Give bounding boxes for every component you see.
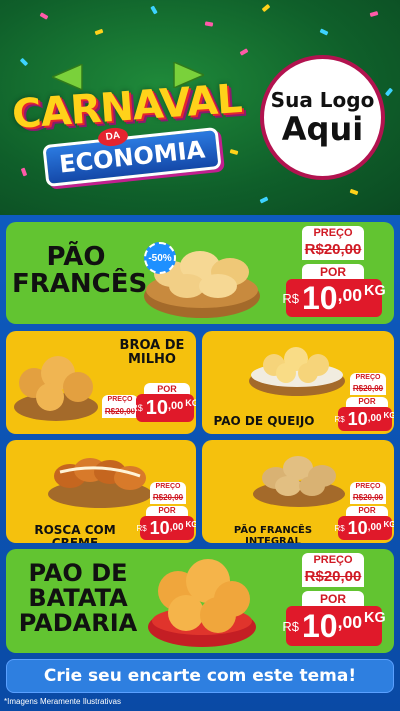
old-price: R$20,00 bbox=[150, 492, 186, 504]
price-cents: ,00 bbox=[367, 522, 382, 533]
new-price: R$ 10 ,00 KG bbox=[131, 394, 196, 422]
unit-label: KG bbox=[383, 520, 394, 529]
old-price: R$20,00 bbox=[302, 567, 364, 587]
new-price: R$ 10 ,00 KG bbox=[282, 279, 386, 317]
confetti bbox=[204, 21, 214, 27]
confetti bbox=[150, 5, 158, 15]
currency: R$ bbox=[334, 523, 345, 533]
unit-label: KG bbox=[383, 411, 394, 420]
product-name-line: PAO DE bbox=[28, 559, 128, 587]
product-name: PÃO FRANCÊS bbox=[12, 242, 148, 300]
potato-bread-bowl-icon bbox=[148, 559, 256, 647]
unit-label: KG bbox=[185, 520, 196, 529]
unit-label: KG bbox=[185, 398, 196, 408]
por-label: POR bbox=[346, 506, 388, 516]
product-name: ROSCA COM CREME bbox=[10, 524, 140, 543]
por-label: POR bbox=[302, 264, 364, 280]
confetti bbox=[349, 188, 359, 196]
currency: R$ bbox=[131, 403, 143, 413]
product-card[interactable]: PÃO FRANCÊS -50% PREÇO R$20,00 POR R$ 10… bbox=[6, 222, 394, 324]
logo-placeholder-line2: Aqui bbox=[281, 109, 364, 148]
price-cents: ,00 bbox=[167, 400, 184, 412]
preco-label: PREÇO bbox=[350, 373, 386, 383]
new-price: R$ 10 ,00 KG bbox=[136, 516, 196, 540]
confetti bbox=[369, 11, 379, 17]
confetti bbox=[259, 196, 269, 204]
carnaval-da-economia-logo: CARNAVAL ECONOMIA DA bbox=[8, 70, 248, 190]
price-integer: 10 bbox=[145, 396, 168, 419]
confetti bbox=[319, 28, 329, 36]
price-cents: ,00 bbox=[169, 522, 184, 533]
discount-badge: -50% bbox=[144, 242, 176, 274]
disclaimer-text: *Imagens Meramente Ilustrativas bbox=[4, 697, 121, 706]
product-card[interactable]: PAO DE BATATA PADARIA PREÇO R$20,00 POR … bbox=[6, 549, 394, 653]
product-name-line: PÃO bbox=[46, 242, 106, 272]
preco-label: PREÇO bbox=[150, 482, 186, 492]
header-banner: CARNAVAL ECONOMIA DA Sua Logo Aqui bbox=[0, 0, 400, 215]
preco-label: PREÇO bbox=[302, 553, 364, 567]
product-name-line: ROSCA COM CREME bbox=[34, 523, 116, 543]
product-name: BROA DE MILHO bbox=[112, 339, 192, 366]
confetti bbox=[94, 28, 104, 36]
braided-bread-icon bbox=[48, 458, 152, 508]
product-name-line: BATATA bbox=[28, 584, 128, 613]
corn-bread-basket-icon bbox=[14, 356, 98, 421]
product-name-line: MILHO bbox=[128, 351, 176, 367]
whole-wheat-rolls-icon bbox=[253, 456, 345, 507]
confetti bbox=[261, 3, 271, 13]
preco-label: PREÇO bbox=[302, 226, 364, 240]
brand-subtitle: ECONOMIA bbox=[42, 126, 223, 188]
product-name-line: PADARIA bbox=[18, 609, 138, 638]
product-card[interactable]: PAO DE QUEIJO PREÇO R$20,00 POR R$ 10 ,0… bbox=[202, 331, 394, 434]
product-name: PAO DE BATATA PADARIA bbox=[10, 559, 146, 638]
logo-placeholder[interactable]: Sua Logo Aqui bbox=[260, 55, 385, 180]
por-label: POR bbox=[302, 591, 364, 607]
old-price: R$20,00 bbox=[350, 383, 386, 395]
old-price: R$20,00 bbox=[302, 240, 364, 260]
new-price: R$ 10 ,00 KG bbox=[334, 407, 394, 431]
create-flyer-button[interactable]: Crie seu encarte com este tema! bbox=[6, 659, 394, 693]
price-integer: 10 bbox=[347, 408, 368, 429]
new-price: R$ 10 ,00 KG bbox=[334, 516, 394, 540]
currency: R$ bbox=[334, 414, 345, 424]
old-price: R$20,00 bbox=[350, 492, 386, 504]
unit-label: KG bbox=[364, 610, 386, 626]
product-name-line: PÃO FRANCÊS INTEGRAL bbox=[233, 525, 313, 543]
price-cents: ,00 bbox=[337, 285, 363, 305]
price-integer: 10 bbox=[347, 517, 368, 538]
new-price: R$ 10 ,00 KG bbox=[282, 606, 386, 646]
product-card[interactable]: PÃO FRANCÊS INTEGRAL PREÇO R$20,00 POR R… bbox=[202, 440, 394, 543]
confetti bbox=[384, 87, 394, 97]
currency: R$ bbox=[136, 523, 147, 533]
por-label: POR bbox=[346, 397, 388, 407]
price-integer: 10 bbox=[149, 517, 170, 538]
price-integer: 10 bbox=[301, 607, 338, 644]
confetti bbox=[19, 57, 29, 67]
confetti bbox=[39, 12, 49, 20]
preco-label: PREÇO bbox=[350, 482, 386, 492]
product-name: PÃO FRANCÊS INTEGRAL bbox=[206, 525, 340, 543]
unit-label: KG bbox=[364, 283, 386, 299]
product-card[interactable]: ROSCA COM CREME PREÇO R$20,00 POR R$ 10 … bbox=[6, 440, 196, 543]
currency: R$ bbox=[282, 618, 299, 634]
confetti bbox=[239, 48, 249, 56]
price-cents: ,00 bbox=[367, 413, 382, 424]
product-name-line: BROA DE bbox=[119, 338, 185, 353]
currency: R$ bbox=[282, 290, 299, 306]
product-name-line: PAO DE QUEIJO bbox=[213, 414, 315, 428]
product-card[interactable]: BROA DE MILHO PREÇO R$20,00 POR R$ 10 ,0… bbox=[6, 331, 196, 434]
product-name-line: FRANCÊS bbox=[12, 269, 148, 300]
por-label: POR bbox=[146, 506, 188, 516]
price-integer: 10 bbox=[301, 279, 338, 316]
product-name: PAO DE QUEIJO bbox=[208, 415, 320, 428]
logo-placeholder-line1: Sua Logo bbox=[270, 87, 375, 112]
price-cents: ,00 bbox=[337, 612, 363, 632]
cheese-bread-basket-icon bbox=[249, 347, 345, 396]
